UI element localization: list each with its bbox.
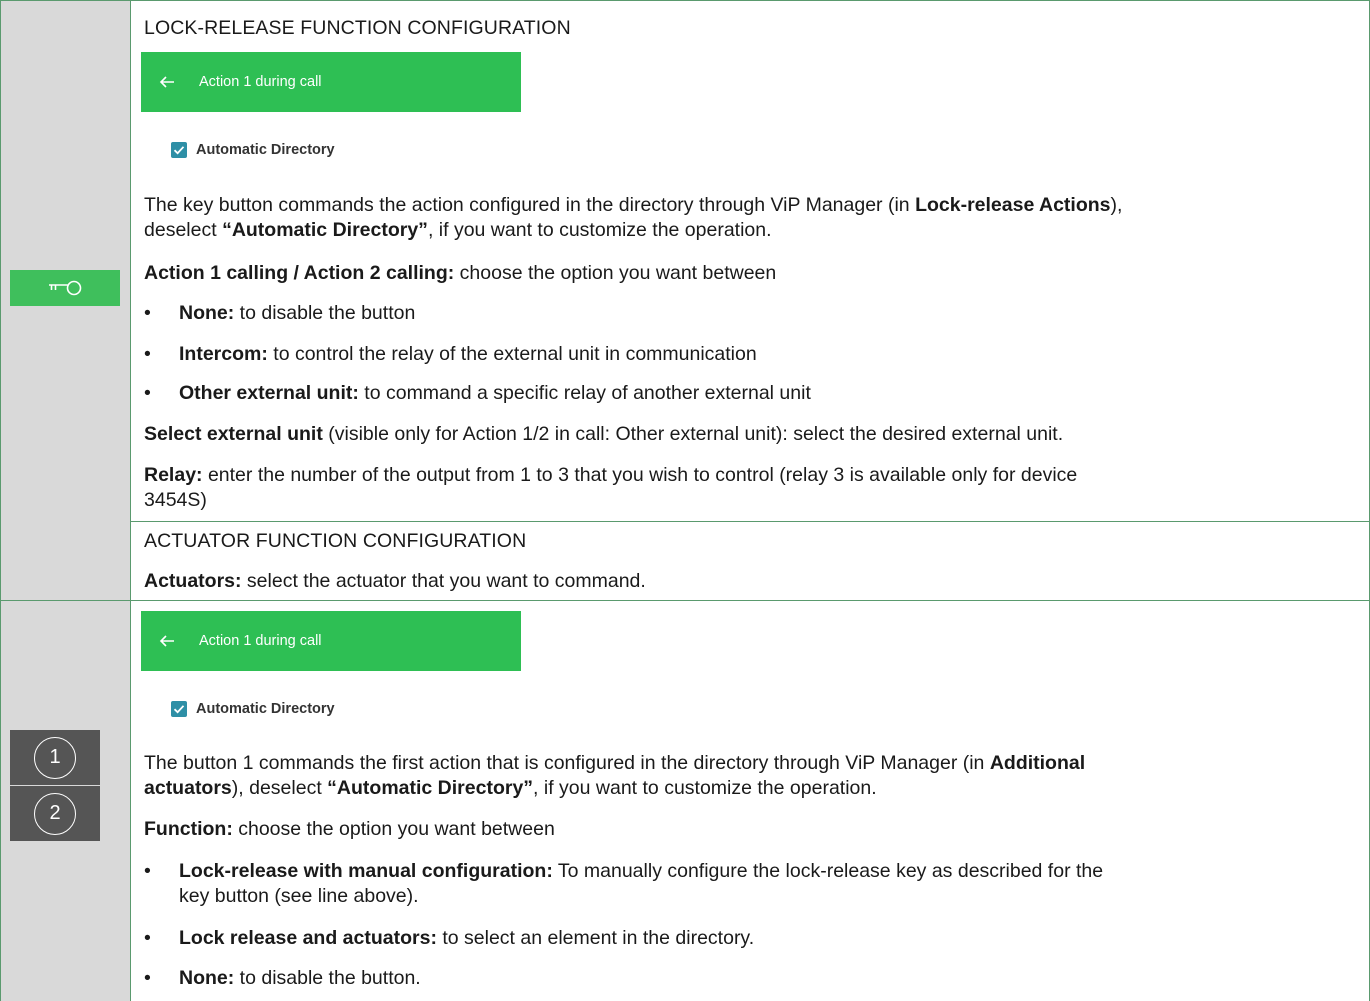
actuator-heading: ACTUATOR FUNCTION CONFIGURATION [144, 530, 527, 552]
checkbox-label: Automatic Directory [196, 701, 335, 717]
lock-release-row: LOCK-RELEASE FUNCTION CONFIGURATION Acti… [1, 1, 1369, 601]
action-header-bar: Action 1 during call [141, 52, 521, 112]
list-item: • None: to disable the button [144, 302, 416, 324]
list-item: • Intercom: to control the relay of the e… [144, 343, 757, 365]
description-column: LOCK-RELEASE FUNCTION CONFIGURATION Acti… [131, 1, 1369, 600]
button-1: 1 [10, 730, 100, 785]
button-column [1, 1, 131, 600]
instruction-table: LOCK-RELEASE FUNCTION CONFIGURATION Acti… [0, 0, 1370, 1001]
action-header-label: Action 1 during call [199, 74, 322, 90]
intro-paragraph: The key button commands the action confi… [144, 194, 1123, 241]
choose-option-line: Action 1 calling / Action 2 calling: cho… [144, 262, 777, 284]
actuators-line: Actuators: select the actuator that you … [144, 570, 646, 592]
automatic-directory-checkbox: Automatic Directory [171, 142, 335, 158]
back-arrow-icon [159, 76, 174, 88]
number-2-icon: 2 [34, 792, 76, 835]
section-heading: LOCK-RELEASE FUNCTION CONFIGURATION [144, 17, 571, 39]
number-1-icon: 1 [34, 736, 76, 779]
key-button [10, 270, 120, 306]
list-item: • Lock release and actuators: to select a… [144, 927, 755, 949]
checkbox-label: Automatic Directory [196, 142, 335, 158]
back-arrow-icon [159, 635, 174, 647]
select-external-unit-line: Select external unit (visible only for A… [144, 423, 1064, 445]
description-column: Action 1 during call Automatic Directory… [131, 601, 1369, 1001]
button-column: 1 2 [1, 601, 131, 1001]
list-item: • Lock-release with manual configuration:… [144, 860, 1104, 907]
divider [131, 521, 1369, 522]
intro-paragraph: The button 1 commands the first action t… [144, 752, 1086, 799]
button-2: 2 [10, 786, 100, 841]
action-header-bar: Action 1 during call [141, 611, 521, 671]
relay-line: Relay: enter the number of the output fr… [144, 464, 1078, 511]
action-header-label: Action 1 during call [199, 633, 322, 649]
checkbox-checked-icon [171, 701, 187, 717]
automatic-directory-checkbox: Automatic Directory [171, 701, 335, 717]
list-item: • None: to disable the button. [144, 967, 421, 989]
additional-actuators-row: 1 2 Action 1 during call Automatic Direc… [1, 601, 1369, 1001]
key-icon [49, 280, 82, 296]
list-item: • Other external unit: to command a speci… [144, 382, 811, 404]
checkbox-checked-icon [171, 142, 187, 158]
function-line: Function: choose the option you want bet… [144, 818, 555, 840]
